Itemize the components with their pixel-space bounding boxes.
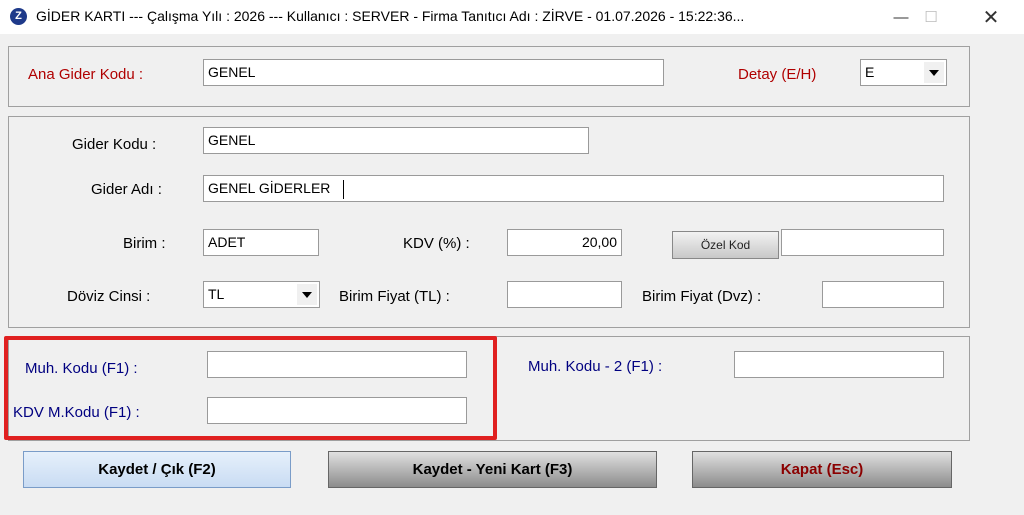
header-panel: Ana Gider Kodu : GENEL Detay (E/H) E: [8, 46, 970, 107]
maximize-button[interactable]: ☐: [908, 0, 954, 34]
birim-fiyat-dvz-field[interactable]: [822, 281, 944, 308]
app-logo-icon: Z: [10, 8, 27, 25]
close-button[interactable]: Kapat (Esc): [692, 451, 952, 488]
doviz-cinsi-select[interactable]: TL: [203, 281, 320, 308]
birim-fiyat-dvz-label: Birim Fiyat (Dvz) :: [642, 288, 762, 305]
save-exit-button[interactable]: Kaydet / Çık (F2): [23, 451, 291, 488]
birim-field[interactable]: ADET: [203, 229, 319, 256]
title-bar: Z GİDER KARTI --- Çalışma Yılı : 2026 --…: [0, 0, 1024, 34]
close-window-button[interactable]: ✕: [968, 0, 1014, 34]
birim-fiyat-tl-field[interactable]: [507, 281, 622, 308]
main-panel: Gider Kodu : GENEL Gider Adı : GENEL GİD…: [8, 116, 970, 328]
chevron-down-icon[interactable]: [297, 284, 317, 305]
doviz-cinsi-value: TL: [208, 286, 225, 302]
text-cursor: [343, 180, 344, 199]
gider-kodu-label: Gider Kodu :: [72, 136, 157, 153]
ana-gider-kodu-field[interactable]: GENEL: [203, 59, 664, 86]
gider-adi-field[interactable]: GENEL GİDERLER: [203, 175, 944, 202]
gider-adi-label: Gider Adı :: [91, 181, 162, 198]
gider-kodu-field[interactable]: GENEL: [203, 127, 589, 154]
chevron-down-icon[interactable]: [924, 62, 944, 83]
ozel-kod-field[interactable]: [781, 229, 944, 256]
birim-label: Birim :: [123, 235, 166, 252]
ozel-kod-button[interactable]: Özel Kod: [672, 231, 779, 259]
ana-gider-kodu-label: Ana Gider Kodu :: [28, 66, 144, 83]
detay-select[interactable]: E: [860, 59, 947, 86]
kdv-label: KDV (%) :: [403, 235, 470, 252]
muh-kodu2-label: Muh. Kodu - 2 (F1) :: [528, 358, 663, 375]
highlight-box: [4, 336, 497, 440]
window-title: GİDER KARTI --- Çalışma Yılı : 2026 --- …: [36, 8, 745, 24]
detay-select-value: E: [865, 64, 875, 80]
birim-fiyat-tl-label: Birim Fiyat (TL) :: [339, 288, 450, 305]
detay-label: Detay (E/H): [738, 66, 817, 83]
doviz-cinsi-label: Döviz Cinsi :: [67, 288, 151, 305]
save-new-card-button[interactable]: Kaydet - Yeni Kart (F3): [328, 451, 657, 488]
muh-kodu2-field[interactable]: [734, 351, 944, 378]
kdv-field[interactable]: 20,00: [507, 229, 622, 256]
